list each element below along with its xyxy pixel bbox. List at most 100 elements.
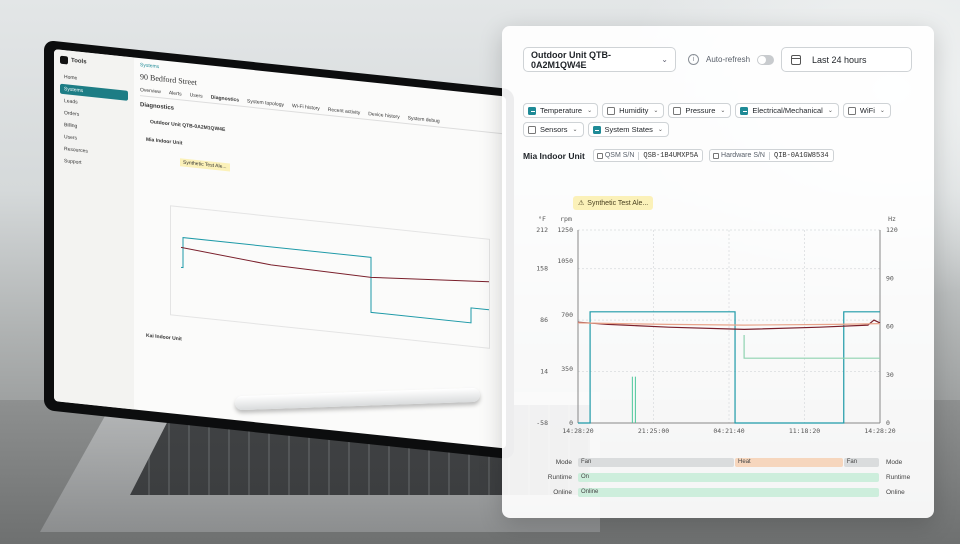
filter-wifi[interactable]: WiFi ⌄ (842, 103, 891, 118)
axis-unit-hz: Hz (888, 215, 896, 223)
chevron-down-icon: ⌄ (879, 108, 885, 114)
qsm-serial-value: QSB-1B4UMXP5A (638, 151, 702, 160)
laptop-chart (170, 205, 490, 349)
laptop-series-runtime (181, 237, 489, 324)
laptop-tab: Overview (140, 87, 161, 96)
laptop-sidebar: Tools Home Systems Leads Orders Billing … (54, 49, 134, 410)
chevron-down-icon: ⌄ (653, 108, 659, 114)
state-segment[interactable]: Fan (578, 458, 735, 467)
filter-label: Pressure (685, 106, 716, 115)
state-row-label-right: Runtime (886, 474, 911, 481)
state-segment[interactable]: Heat (735, 458, 843, 467)
filter-chips: Temperature ⌄ Humidity ⌄ Pressure ⌄ Electri… (523, 103, 918, 137)
filter-label: Sensors (540, 125, 568, 134)
tick-label-hz: 0 (886, 419, 890, 427)
tick-label-rpm: 700 (561, 311, 573, 319)
state-row-label: Mode (555, 459, 572, 466)
filter-humidity[interactable]: Humidity ⌄ (602, 103, 665, 118)
state-segment[interactable]: Online (578, 488, 879, 497)
diagnostics-chart: °F rpm Hz -58 0 0 14 350 30 86 700 60 158 1050 90 212 12… (536, 215, 898, 435)
filter-label: Temperature (540, 106, 583, 115)
tick-label-rpm: 350 (561, 365, 573, 373)
filter-temperature[interactable]: Temperature ⌄ (523, 103, 599, 118)
chart-series-3 (743, 335, 880, 359)
tick-label-rpm: 1050 (557, 257, 573, 265)
filter-pressure[interactable]: Pressure ⌄ (668, 103, 732, 118)
axis-unit-rpm: rpm (560, 215, 572, 223)
qsm-serial[interactable]: QSM S/N QSB-1B4UMXP5A (592, 149, 704, 162)
chevron-down-icon: ⌄ (572, 127, 578, 133)
copy-icon (713, 152, 720, 159)
hardware-serial-value: QIB-0A1GW8534 (769, 151, 833, 160)
checkbox-icon (740, 106, 749, 115)
calendar-icon (791, 54, 801, 65)
checkbox-icon (528, 125, 536, 134)
state-segment[interactable]: On (578, 473, 879, 482)
tick-label-temp: -58 (536, 419, 548, 427)
axis-unit-temp: °F (538, 215, 546, 223)
state-row-label-right: Mode (886, 459, 903, 466)
hardware-serial-label: Hardware S/N (710, 152, 769, 159)
state-row-online: Online Online Online (502, 488, 934, 498)
warning-icon: ⚠ (578, 200, 585, 207)
laptop-logo: Tools (60, 55, 128, 71)
checkbox-icon (528, 106, 536, 115)
tick-label-hz: 120 (886, 226, 898, 234)
checkbox-icon (673, 106, 682, 115)
laptop-tab: Diagnostics (210, 94, 240, 104)
chevron-down-icon: ⌄ (661, 55, 668, 64)
unit-select-label: Outdoor Unit QTB-0A2M1QW4E (531, 49, 611, 70)
tick-label-x: 11:18:20 (789, 427, 820, 435)
laptop-indoor-b: Kai Indoor Unit (146, 332, 182, 343)
tick-label-hz: 30 (886, 371, 894, 379)
info-icon[interactable]: i (688, 54, 699, 65)
tick-label-x: 04:21:40 (713, 427, 744, 435)
tick-label-hz: 60 (886, 323, 894, 331)
filter-system-states[interactable]: System States ⌄ (587, 122, 669, 137)
checkbox-icon (607, 106, 616, 115)
alert-badge[interactable]: ⚠ Synthetic Test Ale... (573, 196, 654, 210)
checkbox-icon (592, 125, 601, 134)
chevron-down-icon: ⌄ (720, 108, 726, 114)
tick-label-temp: 212 (536, 226, 548, 234)
tick-label-hz: 90 (886, 274, 894, 282)
tick-label-x: 14:28:20 (562, 427, 593, 435)
filter-label: Electrical/Mechanical (752, 106, 823, 115)
panel-toolbar: Outdoor Unit QTB-0A2M1QW4E ⌄ i Auto-refr… (523, 47, 912, 72)
state-row-label: Online (553, 489, 572, 496)
filter-label: System States (604, 125, 653, 134)
alert-text: Synthetic Test Ale... (587, 199, 649, 207)
time-range-label: Last 24 hours (812, 54, 867, 65)
laptop-tab: Recent activity (327, 106, 361, 117)
indoor-unit-name: Mia Indoor Unit (523, 150, 585, 161)
laptop-tab: Device history (368, 111, 400, 121)
state-row-mode: Mode Fan Heat Fan Mode (502, 458, 934, 468)
diagnostics-panel: Outdoor Unit QTB-0A2M1QW4E ⌄ i Auto-refr… (502, 26, 934, 518)
checkbox-icon (847, 106, 856, 115)
auto-refresh-toggle[interactable] (757, 54, 775, 65)
laptop-tab: Alerts (168, 90, 182, 98)
laptop-tab: Users (189, 92, 203, 100)
time-range-button[interactable]: Last 24 hours (781, 47, 912, 72)
laptop-tab: Wi-Fi history (292, 103, 320, 112)
tick-label-temp: 86 (540, 316, 548, 324)
tick-label-rpm: 0 (569, 419, 573, 427)
qsm-serial-label: QSM S/N (594, 152, 639, 159)
chevron-down-icon: ⌄ (657, 127, 663, 133)
filter-electrical-mechanical[interactable]: Electrical/Mechanical ⌄ (735, 103, 839, 118)
filter-label: WiFi (859, 106, 875, 115)
laptop-tab: System topology (247, 98, 284, 109)
copy-icon (596, 152, 603, 159)
state-segment[interactable]: Fan (843, 458, 879, 467)
chevron-down-icon: ⌄ (587, 108, 593, 114)
tick-label-x: 21:25:00 (638, 427, 669, 435)
unit-select[interactable]: Outdoor Unit QTB-0A2M1QW4E ⌄ (523, 47, 676, 72)
laptop-chart-svg (180, 237, 490, 324)
laptop-alert: Synthetic Test Ale... (180, 158, 230, 172)
state-row-label-right: Online (886, 489, 905, 496)
tick-label-temp: 14 (540, 368, 548, 376)
filter-sensors[interactable]: Sensors ⌄ (523, 122, 584, 137)
tick-label-temp: 158 (536, 265, 548, 273)
hardware-serial[interactable]: Hardware S/N QIB-0A1GW8534 (709, 149, 834, 162)
auto-refresh-label: Auto-refresh (706, 55, 751, 64)
